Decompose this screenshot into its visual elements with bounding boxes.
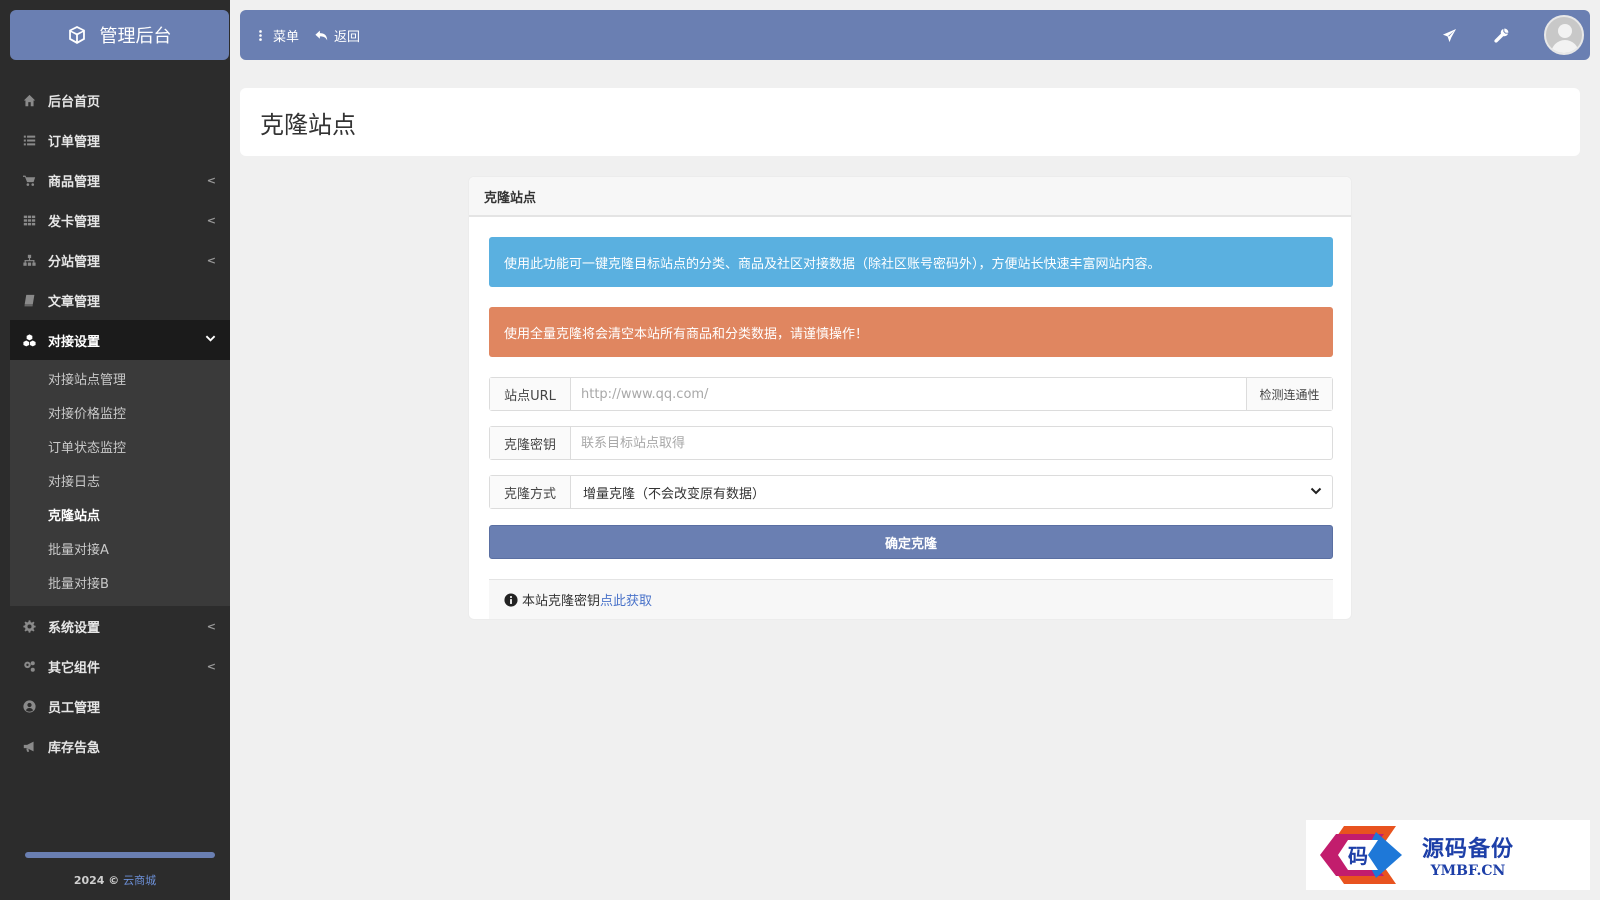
gears-icon [22,659,36,673]
sidebar-item-label: 订单管理 [48,134,101,150]
chevron-left-icon: < [206,253,216,267]
footer-text: 本站克隆密钥 [522,594,601,609]
sidebar-nav: 后台首页 订单管理 商品管理 < 发卡管理 < 分站管理 < 文章管理 对接设置 [10,80,230,766]
sidebar: 管理后台 后台首页 订单管理 商品管理 < 发卡管理 < 分站管理 < 文章管理 [0,0,230,900]
sidebar-item-orders[interactable]: 订单管理 [10,120,230,160]
list-icon [22,133,36,147]
clone-mode-value: 增量克隆（不会改变原有数据） [583,486,766,502]
ellipsis-vertical-icon [259,29,262,41]
sidebar-scroll-indicator [25,852,215,858]
home-icon [22,93,36,107]
watermark-mark: 码 [1320,826,1402,884]
brand[interactable]: 管理后台 [10,10,229,60]
wrench-icon[interactable] [1492,26,1510,44]
sidebar-item-cards[interactable]: 发卡管理 < [10,200,230,240]
book-icon [22,293,36,307]
avatar-body [1551,40,1579,53]
sidebar-item-label: 库存告急 [48,740,101,756]
submenu-item-batch-a[interactable]: 批量对接A [10,534,230,568]
watermark-char: 码 [1348,844,1368,868]
sidebar-item-label: 发卡管理 [48,214,101,230]
reply-icon [315,30,328,40]
site-url-label: 站点URL [490,378,571,410]
sidebar-item-components[interactable]: 其它组件 < [10,646,230,686]
submenu-item-price-monitor[interactable]: 对接价格监控 [10,398,230,432]
sidebar-item-label: 后台首页 [48,94,101,110]
bullhorn-icon [22,739,36,753]
sidebar-item-label: 文章管理 [48,294,101,310]
confirm-clone-button[interactable]: 确定克隆 [489,525,1333,559]
info-alert: 使用此功能可一键克隆目标站点的分类、商品及社区对接数据（除社区账号密码外），方便… [489,237,1333,287]
brand-title: 管理后台 [99,26,172,47]
clone-key-group: 克隆密钥 [489,426,1333,460]
sidebar-item-staff[interactable]: 员工管理 [10,686,230,726]
submenu-item-site-management[interactable]: 对接站点管理 [10,364,230,398]
chevron-left-icon: < [206,173,216,187]
menu-button[interactable]: 菜单 [254,26,299,45]
back-button[interactable]: 返回 [315,26,360,45]
sidebar-item-label: 分站管理 [48,254,101,270]
clone-mode-label: 克隆方式 [490,476,571,508]
sidebar-item-products[interactable]: 商品管理 < [10,160,230,200]
plane-icon[interactable] [1440,26,1458,44]
panel-title: 克隆站点 [469,177,1351,217]
chevron-down-icon [1310,485,1322,497]
cube-icon [68,26,85,44]
get-key-link[interactable]: 点此获取 [600,590,652,609]
top-bar: 菜单 返回 [240,10,1590,60]
submenu-item-clone-site[interactable]: 克隆站点 [10,500,230,534]
chevron-left-icon: < [206,619,216,633]
copyright-link[interactable]: 云商城 [123,874,156,887]
gear-icon [22,619,36,633]
watermark-cn: 源码备份 [1422,836,1515,862]
cart-icon [22,173,36,187]
watermark-en: YMBF.CN [1430,863,1506,879]
clone-key-input[interactable] [571,427,1332,459]
page-title: 克隆站点 [240,88,1580,156]
warning-alert: 使用全量克隆将会清空本站所有商品和分类数据，请谨慎操作！ [489,307,1333,357]
copyright: 2024 © 云商城 [0,872,230,888]
sidebar-item-substations[interactable]: 分站管理 < [10,240,230,280]
sidebar-item-articles[interactable]: 文章管理 [10,280,230,320]
clone-key-label: 克隆密钥 [490,427,571,459]
submenu-item-batch-b[interactable]: 批量对接B [10,568,230,602]
clone-mode-select[interactable]: 增量克隆（不会改变原有数据） [571,476,1332,508]
submenu-item-log[interactable]: 对接日志 [10,466,230,500]
sidebar-item-label: 系统设置 [48,620,101,636]
sidebar-item-label: 其它组件 [48,660,101,676]
chevron-down-icon [205,333,216,347]
grid-icon [22,213,36,227]
site-url-group: 站点URL 检测连通性 [489,377,1333,411]
sidebar-item-label: 员工管理 [48,700,101,716]
sidebar-submenu: 对接站点管理 对接价格监控 订单状态监控 对接日志 克隆站点 批量对接A 批量对… [10,360,230,606]
panel-footer: 本站克隆密钥 点此获取 [489,579,1333,619]
check-connectivity-button[interactable]: 检测连通性 [1246,378,1332,410]
sidebar-item-label: 对接设置 [48,334,101,350]
sidebar-item-home[interactable]: 后台首页 [10,80,230,120]
sidebar-item-stock-alert[interactable]: 库存告急 [10,726,230,766]
clone-mode-group: 克隆方式 增量克隆（不会改变原有数据） [489,475,1333,509]
chevron-left-icon: < [206,213,216,227]
clone-panel: 克隆站点 使用此功能可一键克隆目标站点的分类、商品及社区对接数据（除社区账号密码… [468,176,1352,620]
watermark-logo: 码 源码备份 YMBF.CN [1306,820,1590,890]
sidebar-item-label: 商品管理 [48,174,101,190]
back-label: 返回 [334,29,361,45]
sidebar-item-system[interactable]: 系统设置 < [10,606,230,646]
copyright-text: 2024 © [73,874,120,887]
cubes-icon [22,333,36,347]
sitemap-icon [22,253,36,267]
user-circle-icon [22,699,36,713]
site-url-input[interactable] [571,378,1246,410]
avatar-head [1558,24,1572,38]
menu-label: 菜单 [273,29,300,45]
submenu-item-order-monitor[interactable]: 订单状态监控 [10,432,230,466]
chevron-left-icon: < [206,659,216,673]
info-circle-icon [504,592,518,607]
sidebar-item-integration[interactable]: 对接设置 [10,320,230,360]
user-avatar[interactable] [1544,15,1584,55]
